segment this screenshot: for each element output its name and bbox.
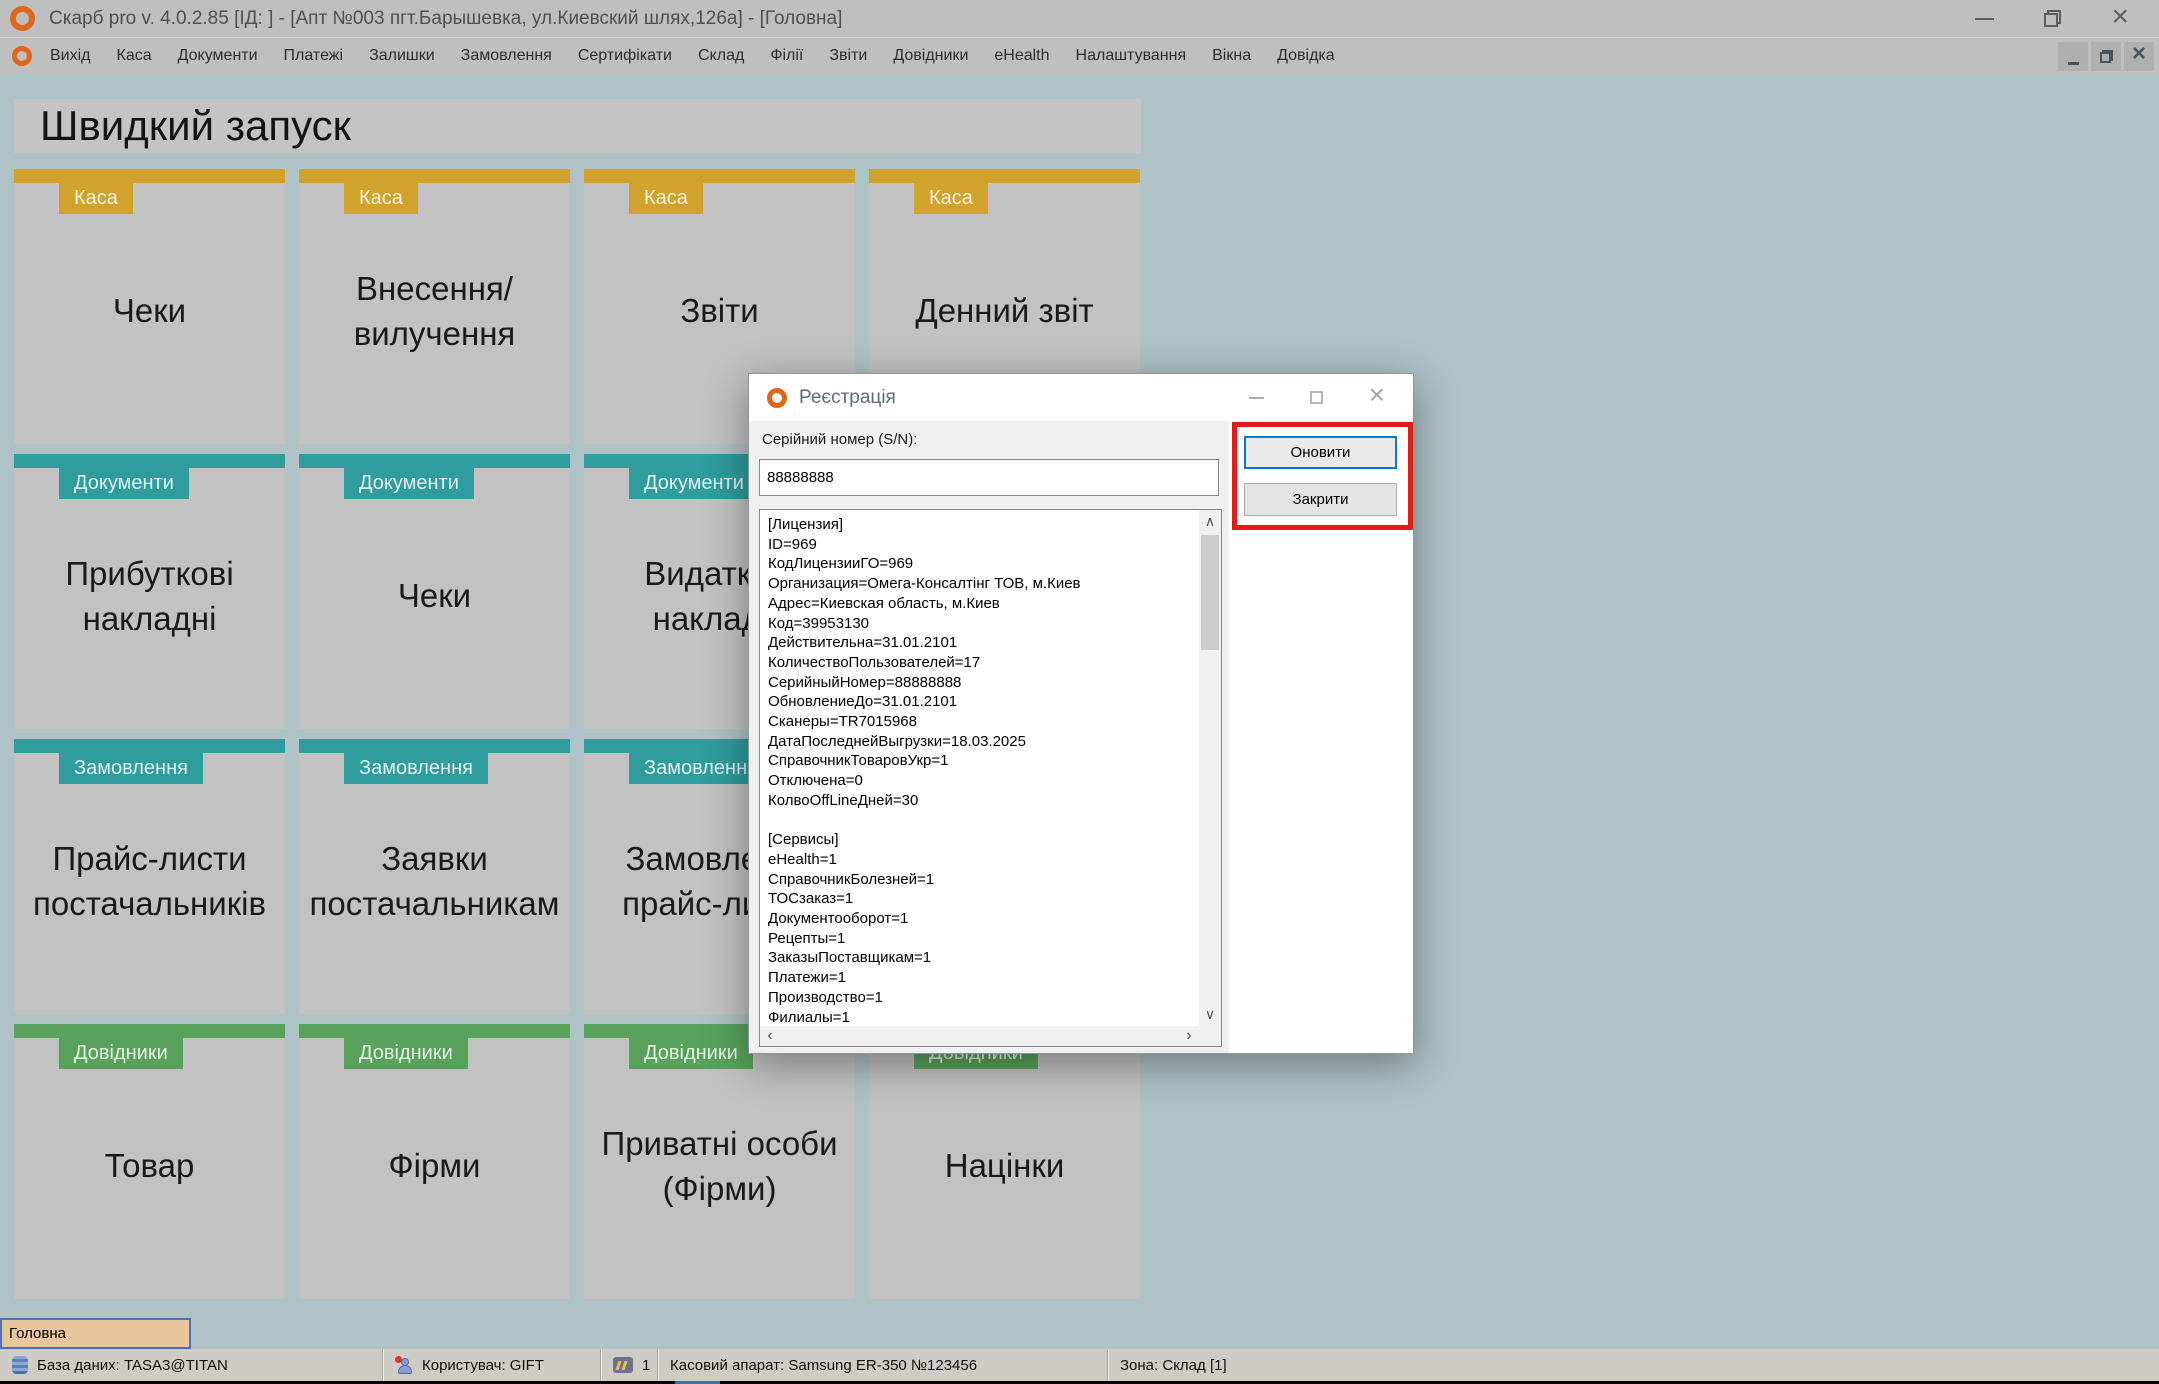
tile-dovidnyky-firmy[interactable]: Довідники Фірми <box>299 1024 570 1299</box>
tile-label: Прибуткові накладні <box>24 468 275 725</box>
mdi-workspace: Швидкий запуск Каса Чеки Каса Внесення/в… <box>0 74 2159 1349</box>
vertical-scrollbar[interactable]: ∧ ∨ <box>1199 510 1221 1026</box>
database-label: База даних: TASA3@TITAN <box>37 1357 228 1374</box>
dialog-titlebar[interactable]: Реєстрація <box>749 374 1413 421</box>
tile-dovidnyky-tovar[interactable]: Довідники Товар <box>14 1024 285 1299</box>
scroll-down-icon[interactable]: ∨ <box>1199 1003 1221 1026</box>
app-logo-icon <box>767 388 787 408</box>
menubar: Вихід Каса Документи Платежі Залишки Зам… <box>0 37 2159 74</box>
tile-color-bar <box>299 1024 570 1038</box>
user-status-dot <box>395 1356 402 1363</box>
user-icon <box>395 1356 413 1375</box>
status-register: Касовий апарат: Samsung ER-350 №123456 <box>658 1349 1108 1381</box>
tile-kasa-cheky[interactable]: Каса Чеки <box>14 169 285 444</box>
status-user: Користувач: GIFT <box>383 1349 601 1381</box>
license-textbox[interactable]: [Лицензия] ID=969 КодЛицензииГО=969 Орга… <box>759 509 1222 1047</box>
menu-item-zamovlennia[interactable]: Замовлення <box>461 47 552 65</box>
tile-color-bar <box>14 739 285 753</box>
mdi-close-button[interactable] <box>2124 42 2154 71</box>
tile-color-bar <box>299 169 570 183</box>
close-button[interactable]: Закрити <box>1244 483 1397 516</box>
tile-label: Чеки <box>24 183 275 440</box>
license-text: [Лицензия] ID=969 КодЛицензииГО=969 Орга… <box>760 510 1199 1026</box>
menu-item-platezhi[interactable]: Платежі <box>284 47 344 65</box>
window-title: Скарб pro v. 4.0.2.85 [ІД: ] - [Апт №003… <box>49 8 842 30</box>
minimize-icon <box>2068 62 2079 65</box>
tile-color-bar <box>14 1024 285 1038</box>
minimize-icon[interactable] <box>1249 397 1264 399</box>
tile-label: Прайс-листи постачальників <box>24 753 275 1010</box>
menu-item-filii[interactable]: Філії <box>770 47 803 65</box>
tile-color-bar <box>869 169 1140 183</box>
mdi-restore-button[interactable] <box>2091 42 2121 71</box>
menu-item-sklad[interactable]: Склад <box>698 47 744 65</box>
scrollbar-corner <box>1199 1026 1221 1046</box>
tile-label: Товар <box>24 1038 275 1295</box>
menu-item-ehealth[interactable]: eHealth <box>994 47 1049 65</box>
register-label: Касовий апарат: Samsung ER-350 №123456 <box>670 1357 977 1374</box>
tile-dovidnyky-natsinky[interactable]: Довідники Націнки <box>869 1024 1140 1299</box>
titlebar: Скарб pro v. 4.0.2.85 [ІД: ] - [Апт №003… <box>0 0 2159 37</box>
tile-color-bar <box>584 169 855 183</box>
tile-dovidnyky-pryvatni-osoby[interactable]: Довідники Приватні особи (Фірми) <box>584 1024 855 1299</box>
tile-color-bar <box>299 739 570 753</box>
menu-item-dovidnyky[interactable]: Довідники <box>893 47 968 65</box>
menu-item-vykhid[interactable]: Вихід <box>50 47 91 65</box>
dialog-title: Реєстрація <box>799 387 896 409</box>
tile-color-bar <box>14 169 285 183</box>
tile-label: Націнки <box>879 1038 1130 1295</box>
tile-color-bar <box>299 454 570 468</box>
statusbar: База даних: TASA3@TITAN Користувач: GIFT… <box>0 1349 2159 1381</box>
menu-item-zvity[interactable]: Звіти <box>829 47 867 65</box>
maximize-icon[interactable] <box>1310 391 1323 404</box>
tile-zamovlennia-zaiavky-postachalnykam[interactable]: Замовлення Заявки постачальникам <box>299 739 570 1014</box>
app-logo-icon <box>10 6 35 31</box>
horizontal-scrollbar[interactable]: ‹ › <box>760 1026 1199 1046</box>
tile-label: Заявки постачальникам <box>309 753 560 1010</box>
status-register-count: 1 <box>601 1349 658 1381</box>
user-label: Користувач: GIFT <box>422 1357 544 1374</box>
tile-label: Чеки <box>309 468 560 725</box>
page-title: Швидкий запуск <box>14 102 351 150</box>
menu-item-dokumenty[interactable]: Документи <box>178 47 258 65</box>
restore-icon <box>2100 50 2113 63</box>
tile-kasa-vnesennia-vyluchennia[interactable]: Каса Внесення/вилучення <box>299 169 570 444</box>
menu-item-sertyfikaty[interactable]: Сертифікати <box>578 47 672 65</box>
tab-holovna[interactable]: Головна <box>0 1318 191 1349</box>
mdi-minimize-button[interactable] <box>2058 42 2088 71</box>
scroll-up-icon[interactable]: ∧ <box>1199 510 1221 533</box>
update-button[interactable]: Оновити <box>1244 436 1397 469</box>
database-icon <box>12 1356 28 1374</box>
minimize-icon[interactable] <box>1975 18 1994 20</box>
tile-dokumenty-prybutkovi-nakladni[interactable]: Документи Прибуткові накладні <box>14 454 285 729</box>
menu-item-zalyshky[interactable]: Залишки <box>369 47 435 65</box>
scrollbar-thumb[interactable] <box>1201 535 1219 650</box>
scroll-left-icon[interactable]: ‹ <box>760 1026 780 1046</box>
close-icon <box>2132 46 2146 66</box>
menu-item-vikna[interactable]: Вікна <box>1212 47 1251 65</box>
serial-number-label: Серійний номер (S/N): <box>762 431 917 448</box>
menu-item-kasa[interactable]: Каса <box>117 47 152 65</box>
close-icon[interactable] <box>2111 7 2129 31</box>
zone-label: Зона: Склад [1] <box>1120 1357 1227 1374</box>
menu-item-nalashtuvannia[interactable]: Налаштування <box>1076 47 1187 65</box>
status-zone: Зона: Склад [1] <box>1108 1349 2159 1381</box>
registration-dialog: Реєстрація Серійний номер (S/N): [Лиценз… <box>748 373 1414 1054</box>
tile-color-bar <box>14 454 285 468</box>
menu-item-dovidka[interactable]: Довідка <box>1277 47 1335 65</box>
scroll-right-icon[interactable]: › <box>1179 1026 1199 1046</box>
tile-label: Фірми <box>309 1038 560 1295</box>
close-icon[interactable] <box>1369 386 1385 409</box>
serial-number-input[interactable] <box>759 459 1219 496</box>
status-database: База даних: TASA3@TITAN <box>0 1349 383 1381</box>
tile-zamovlennia-price-lysty-postachalnykiv[interactable]: Замовлення Прайс-листи постачальників <box>14 739 285 1014</box>
quick-launch-header: Швидкий запуск <box>14 99 1141 153</box>
tile-dokumenty-cheky[interactable]: Документи Чеки <box>299 454 570 729</box>
tile-label: Внесення/вилучення <box>309 183 560 440</box>
restore-icon[interactable] <box>2044 10 2061 27</box>
tile-label: Приватні особи (Фірми) <box>594 1038 845 1295</box>
cash-register-icon <box>613 1357 633 1373</box>
register-count-label: 1 <box>642 1357 650 1374</box>
mdi-child-icon[interactable] <box>12 46 32 66</box>
